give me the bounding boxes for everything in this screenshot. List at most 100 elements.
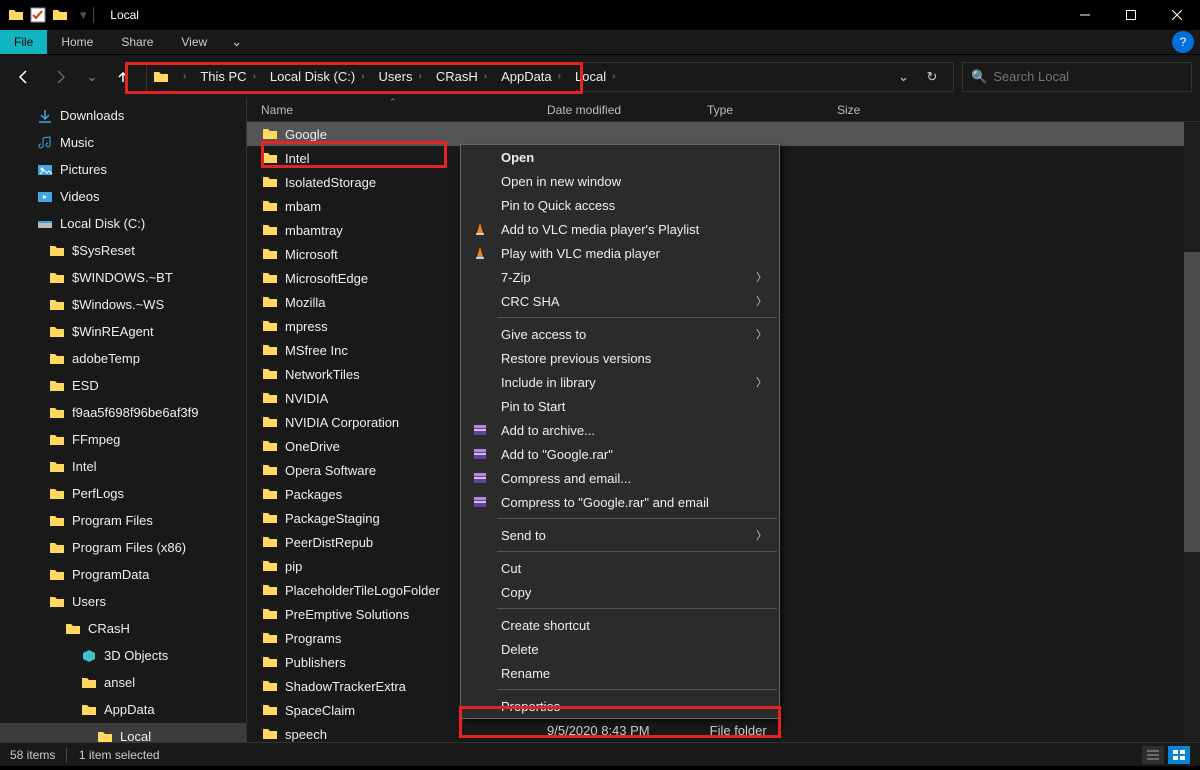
search-input[interactable] bbox=[993, 69, 1183, 84]
context-menu-item[interactable]: Properties bbox=[461, 694, 779, 718]
tree-item[interactable]: PerfLogs bbox=[0, 480, 246, 507]
context-menu-item[interactable]: Copy bbox=[461, 580, 779, 604]
tree-item[interactable]: 3D Objects bbox=[0, 642, 246, 669]
folder-icon bbox=[261, 150, 279, 166]
home-menu[interactable]: Home bbox=[47, 30, 107, 54]
tree-item-label: $Windows.~WS bbox=[72, 297, 164, 312]
tree-item[interactable]: $Windows.~WS bbox=[0, 291, 246, 318]
tree-item[interactable]: Program Files (x86) bbox=[0, 534, 246, 561]
context-menu-item[interactable]: Give access to〉 bbox=[461, 322, 779, 346]
col-size[interactable]: Size bbox=[837, 103, 917, 117]
folder-icon bbox=[261, 558, 279, 574]
tree-item[interactable]: Pictures bbox=[0, 156, 246, 183]
tree-item-label: $WINDOWS.~BT bbox=[72, 270, 173, 285]
menu-item-label: Delete bbox=[501, 642, 539, 657]
view-menu[interactable]: View bbox=[167, 30, 221, 54]
tree-item[interactable]: Downloads bbox=[0, 102, 246, 129]
share-menu[interactable]: Share bbox=[107, 30, 167, 54]
recent-button[interactable]: ⌄ bbox=[84, 62, 100, 92]
context-menu-item[interactable]: Send to〉 bbox=[461, 523, 779, 547]
col-date[interactable]: Date modified bbox=[547, 103, 707, 117]
context-menu-item[interactable]: Cut bbox=[461, 556, 779, 580]
tree-item[interactable]: Local bbox=[0, 723, 246, 742]
tree-item[interactable]: AppData bbox=[0, 696, 246, 723]
menu-item-label: Create shortcut bbox=[501, 618, 590, 633]
folder-icon bbox=[48, 377, 66, 395]
tree-item-label: Local Disk (C:) bbox=[60, 216, 145, 231]
crumb[interactable]: Local Disk (C:)› bbox=[266, 69, 375, 84]
file-menu[interactable]: File bbox=[0, 30, 47, 54]
tree-item[interactable]: Users bbox=[0, 588, 246, 615]
crumb[interactable]: This PC› bbox=[196, 69, 266, 84]
context-menu-item[interactable]: Rename bbox=[461, 661, 779, 685]
tree-item[interactable]: Music bbox=[0, 129, 246, 156]
crumb[interactable]: Local› bbox=[571, 69, 625, 84]
back-button[interactable] bbox=[8, 62, 38, 92]
help-button[interactable]: ? bbox=[1172, 31, 1194, 53]
folder-icon bbox=[96, 728, 114, 743]
tree-item[interactable]: $WINDOWS.~BT bbox=[0, 264, 246, 291]
file-row[interactable]: Google bbox=[247, 122, 1200, 146]
refresh-button[interactable]: ↻ bbox=[917, 69, 947, 85]
context-menu-item[interactable]: Add to VLC media player's Playlist bbox=[461, 217, 779, 241]
context-menu-item[interactable]: Create shortcut bbox=[461, 613, 779, 637]
column-headers[interactable]: Name⌃ Date modified Type Size bbox=[247, 98, 1200, 122]
item-count: 58 items bbox=[10, 748, 55, 762]
tree-item[interactable]: Intel bbox=[0, 453, 246, 480]
context-menu-item[interactable]: Delete bbox=[461, 637, 779, 661]
thumbnails-view-button[interactable] bbox=[1168, 746, 1190, 764]
forward-button[interactable] bbox=[46, 62, 76, 92]
details-view-button[interactable] bbox=[1142, 746, 1164, 764]
menu-separator bbox=[497, 689, 777, 690]
context-menu-item[interactable]: Compress to "Google.rar" and email bbox=[461, 490, 779, 514]
navigation-pane[interactable]: DownloadsMusicPicturesVideos Local Disk (… bbox=[0, 98, 247, 742]
crumb[interactable]: AppData› bbox=[497, 69, 571, 84]
context-menu-item[interactable]: 7-Zip〉 bbox=[461, 265, 779, 289]
folder-icon bbox=[261, 630, 279, 646]
folder-icon bbox=[261, 462, 279, 478]
folder-icon bbox=[261, 390, 279, 406]
context-menu-item[interactable]: Include in library〉 bbox=[461, 370, 779, 394]
tree-item[interactable]: FFmpeg bbox=[0, 426, 246, 453]
col-name[interactable]: Name⌃ bbox=[261, 103, 547, 117]
scrollbar-thumb[interactable] bbox=[1184, 252, 1200, 552]
submenu-arrow-icon: 〉 bbox=[756, 374, 767, 390]
tree-item[interactable]: $WinREAgent bbox=[0, 318, 246, 345]
tree-item[interactable]: ESD bbox=[0, 372, 246, 399]
folder-icon bbox=[261, 342, 279, 358]
context-menu-item[interactable]: Add to "Google.rar" bbox=[461, 442, 779, 466]
menu-item-label: Copy bbox=[501, 585, 531, 600]
address-bar[interactable]: › This PC› Local Disk (C:)› Users› CRasH… bbox=[146, 62, 954, 92]
tree-item[interactable]: Program Files bbox=[0, 507, 246, 534]
minimize-button[interactable] bbox=[1062, 0, 1108, 30]
crumb[interactable]: Users› bbox=[375, 69, 432, 84]
context-menu-item[interactable]: Pin to Quick access bbox=[461, 193, 779, 217]
close-button[interactable] bbox=[1154, 0, 1200, 30]
up-button[interactable] bbox=[108, 62, 138, 92]
context-menu-item[interactable]: Open bbox=[461, 145, 779, 169]
tree-item[interactable]: Local Disk (C:) bbox=[0, 210, 246, 237]
search-box[interactable]: 🔍 bbox=[962, 62, 1192, 92]
tree-item[interactable]: f9aa5f698f96be6af3f9 bbox=[0, 399, 246, 426]
tree-item[interactable]: $SysReset bbox=[0, 237, 246, 264]
ribbon-collapse[interactable]: ⌄ bbox=[221, 30, 252, 54]
tree-item[interactable]: CRasH bbox=[0, 615, 246, 642]
context-menu-item[interactable]: Restore previous versions bbox=[461, 346, 779, 370]
address-dropdown[interactable]: ⌄ bbox=[890, 69, 917, 85]
col-type[interactable]: Type bbox=[707, 103, 837, 117]
tree-item[interactable]: ProgramData bbox=[0, 561, 246, 588]
status-bar: 58 items │ 1 item selected bbox=[0, 742, 1200, 766]
context-menu-item[interactable]: Open in new window bbox=[461, 169, 779, 193]
maximize-button[interactable] bbox=[1108, 0, 1154, 30]
context-menu-item[interactable]: CRC SHA〉 bbox=[461, 289, 779, 313]
tree-item[interactable]: ansel bbox=[0, 669, 246, 696]
crumb[interactable]: CRasH› bbox=[432, 69, 497, 84]
context-menu-item[interactable]: Add to archive... bbox=[461, 418, 779, 442]
tree-item[interactable]: adobeTemp bbox=[0, 345, 246, 372]
context-menu-item[interactable]: Play with VLC media player bbox=[461, 241, 779, 265]
context-menu-item[interactable]: Compress and email... bbox=[461, 466, 779, 490]
context-menu-item[interactable]: Pin to Start bbox=[461, 394, 779, 418]
tree-item[interactable]: Videos bbox=[0, 183, 246, 210]
scrollbar[interactable] bbox=[1184, 122, 1200, 742]
menu-item-label: Give access to bbox=[501, 327, 586, 342]
